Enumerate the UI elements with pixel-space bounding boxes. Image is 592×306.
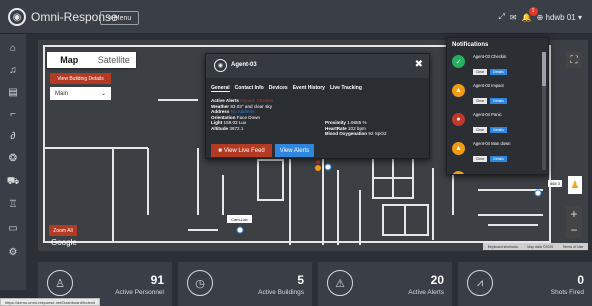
fullscreen-button[interactable]: ⛶	[566, 52, 582, 68]
agent-info-left: Active Alerts Impact, Checkin Weather 83…	[211, 98, 273, 132]
tab-event-history[interactable]: Event History	[293, 85, 325, 92]
warning-icon: ⚠	[327, 270, 353, 296]
notification-item: ▲	[451, 169, 545, 174]
tab-general[interactable]: General	[211, 85, 230, 92]
home-icon[interactable]: ⌂	[5, 40, 21, 56]
link-icon[interactable]: ∂	[5, 128, 21, 144]
map-marker-label[interactable]: 865 3	[548, 180, 562, 187]
notification-item: ▲ Agent-04 Man down Clear Details	[451, 140, 545, 169]
terms-link[interactable]: Terms of Use	[563, 245, 584, 249]
scrollbar-thumb[interactable]	[542, 52, 546, 86]
fingerprint-icon[interactable]: ❂	[5, 150, 21, 166]
bell-icon[interactable]: ♫	[5, 62, 21, 78]
view-live-feed-button[interactable]: ■ View Live Feed	[211, 144, 272, 157]
map-data-text: Map data ©2025	[527, 244, 554, 249]
notification-count-badge: 1	[528, 6, 538, 16]
keyboard-shortcuts-link[interactable]: Keyboard shortcuts	[488, 245, 518, 249]
sidebar: ⌂ ♫ ▤ ⌐ ∂ ❂ ⛟ ♖ ▭ ⚙	[0, 34, 26, 290]
document-icon[interactable]: ▤	[5, 84, 21, 100]
hamburger-icon: ≡	[107, 14, 112, 22]
stat-card-shots[interactable]: ⩘ 0 Shots Fired	[458, 262, 592, 306]
details-button[interactable]: Details	[490, 98, 507, 104]
status-bar-url: https://demo.omni-response.net/Dashboard…	[0, 298, 101, 306]
fullscreen-icon: ⛶	[570, 54, 578, 66]
map-attribution: Keyboard shortcuts Map data ©2025 Terms …	[483, 243, 588, 250]
notification-bell[interactable]: 🔔 1	[522, 6, 538, 22]
expand-icon[interactable]: ⤢	[498, 12, 504, 22]
agent-popup: ◉ Agent-03 ✖ General Contact Info Device…	[205, 53, 430, 159]
notifications-panel: Notifications ✓ Agent-03 Checkin Clear D…	[446, 37, 549, 175]
view-alerts-button[interactable]: View Alerts	[275, 144, 314, 157]
person-icon: ♙	[47, 270, 73, 296]
check-icon: ✓	[452, 55, 465, 68]
zoom-out-button[interactable]: −	[566, 222, 582, 238]
details-button[interactable]: Details	[490, 127, 507, 133]
user-icon: ⊕	[536, 12, 544, 22]
chart-icon: ⩘	[467, 270, 493, 296]
map-tab[interactable]: Map	[47, 52, 92, 68]
menu-button[interactable]: ≡ Menu	[100, 11, 139, 25]
tab-contact-info[interactable]: Contact Info	[235, 85, 264, 92]
gun-icon[interactable]: ⌐	[5, 106, 21, 122]
tab-devices[interactable]: Devices	[269, 85, 288, 92]
camera-label[interactable]: Cam-Lab	[227, 215, 252, 223]
brand-logo-icon[interactable]: ◉	[8, 8, 26, 26]
notification-item: ▲ Agent-03 Impact Clear Details	[451, 82, 545, 111]
video-camera-icon: ■	[218, 147, 222, 154]
clear-button[interactable]: Clear	[473, 98, 487, 104]
warning-icon: ▲	[452, 84, 465, 97]
gear-icon[interactable]: ⚙	[5, 244, 21, 260]
agent-avatar-icon: ◉	[214, 59, 227, 72]
popup-header: ◉ Agent-03 ✖	[206, 54, 429, 78]
details-button[interactable]: Details	[490, 156, 507, 162]
camera-icon[interactable]: ▭	[5, 220, 21, 236]
stat-card-buildings[interactable]: ◷ 5 Active Buildings	[178, 262, 312, 306]
zoom-all-button[interactable]: Zoom All	[49, 225, 77, 236]
notification-item: ● Agent-04 Panic Clear Details	[451, 111, 545, 140]
info-row: Blood Oxygenation 92 SpO2	[325, 131, 387, 137]
notifications-title: Notifications	[452, 42, 489, 48]
satellite-tab[interactable]: Satellite	[92, 52, 137, 68]
info-row: Altitude 3672.1	[211, 125, 244, 131]
topbar-right: ⤢ ✉ 🔔 1 ⊕ hdwb 01 ▾	[498, 6, 582, 22]
user-menu[interactable]: ⊕ hdwb 01 ▾	[537, 13, 582, 22]
popup-title: Agent-03	[231, 62, 257, 68]
stat-card-alerts[interactable]: ⚠ 20 Active Alerts	[318, 262, 452, 306]
alert-icon: ●	[452, 113, 465, 126]
clear-button[interactable]: Clear	[473, 156, 487, 162]
agent-info-right: Proximity 1.9685 % HeartRate 102 bpm Blo…	[325, 120, 387, 137]
truck-icon[interactable]: ⛟	[5, 174, 21, 190]
details-button[interactable]: Details	[490, 69, 507, 75]
mail-icon[interactable]: ✉	[510, 13, 517, 22]
clear-button[interactable]: Clear	[473, 69, 487, 75]
zoom-in-button[interactable]: +	[566, 206, 582, 222]
map-type-toggle: Map Satellite	[47, 52, 136, 68]
building-select[interactable]: Main ⌄	[50, 87, 111, 100]
close-icon[interactable]: ✖	[415, 59, 423, 70]
users-icon[interactable]: ♖	[5, 196, 21, 212]
top-bar: ◉ Omni-Response ≡ Menu ⤢ ✉ 🔔 1 ⊕ hdwb 01 ▾	[0, 0, 592, 34]
chevron-down-icon: ⌄	[100, 91, 106, 97]
view-building-details-button[interactable]: View Building Details	[50, 73, 111, 84]
clear-button[interactable]: Clear	[473, 127, 487, 133]
street-view-pegman-icon[interactable]: ♟	[568, 176, 582, 194]
google-logo: Google	[51, 238, 77, 247]
tab-live-tracking[interactable]: Live Tracking	[330, 85, 362, 92]
stats-row: ♙ 91 Active Personnel ◷ 5 Active Buildin…	[38, 262, 592, 306]
clock-icon: ◷	[187, 270, 213, 296]
notification-item: ✓ Agent-03 Checkin Clear Details	[451, 53, 545, 82]
popup-tabs: General Contact Info Devices Event Histo…	[211, 85, 362, 92]
warning-icon: ▲	[452, 142, 465, 155]
warning-icon: ▲	[452, 171, 465, 174]
